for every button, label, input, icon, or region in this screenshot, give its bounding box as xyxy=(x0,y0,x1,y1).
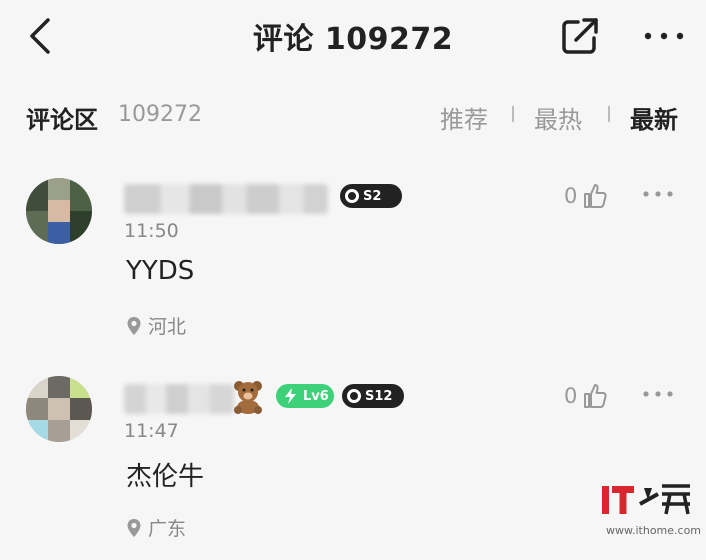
like-count: 0 xyxy=(564,184,578,208)
avatar[interactable] xyxy=(26,178,92,244)
comment-time: 11:50 xyxy=(124,220,179,242)
comment-location: 广东 xyxy=(126,514,186,541)
more-options-button[interactable] xyxy=(640,24,688,48)
watermark-logo: www.ithome.com xyxy=(600,480,702,544)
comment-more-button[interactable] xyxy=(640,186,676,200)
divider xyxy=(512,106,514,122)
lightning-icon xyxy=(285,388,296,404)
season-ring-icon xyxy=(345,189,359,203)
like-count: 0 xyxy=(564,384,578,408)
avatar-image xyxy=(26,376,92,442)
avatar[interactable] xyxy=(26,376,92,442)
teddy-bear-badge xyxy=(230,378,266,418)
comment-text: 杰伦牛 xyxy=(126,462,205,492)
sort-hottest[interactable]: 最热 xyxy=(534,100,582,135)
comment-text: YYDS xyxy=(126,256,195,286)
teddy-bear-icon xyxy=(234,381,262,414)
section-count: 109272 xyxy=(118,102,202,127)
location-text: 广东 xyxy=(148,518,187,540)
location-pin-icon xyxy=(127,316,141,335)
divider xyxy=(608,106,610,122)
like-button[interactable]: 0 xyxy=(564,382,609,410)
avatar-image xyxy=(26,178,92,244)
comment-time: 11:47 xyxy=(124,420,179,442)
season-badge: S2 xyxy=(340,184,402,208)
season-ring-icon xyxy=(347,389,361,403)
comment-location: 河北 xyxy=(126,312,186,339)
sort-recommended[interactable]: 推荐 xyxy=(440,100,488,135)
location-pin-icon xyxy=(127,518,141,537)
season-badge: S12 xyxy=(342,384,404,408)
more-dots-icon xyxy=(644,32,684,40)
share-button[interactable] xyxy=(558,14,602,58)
thumbs-up-icon xyxy=(584,384,607,408)
thumbs-up-icon xyxy=(584,184,607,208)
comment-more-button[interactable] xyxy=(640,386,676,400)
sort-newest[interactable]: 最新 xyxy=(630,100,678,135)
username-blurred[interactable] xyxy=(124,384,234,414)
top-bar: 评论 109272 xyxy=(0,0,706,72)
more-dots-icon xyxy=(643,191,673,197)
share-icon xyxy=(562,18,598,54)
section-title: 评论区 xyxy=(26,106,98,134)
level-badge: Lv6 xyxy=(276,384,334,408)
like-button[interactable]: 0 xyxy=(564,182,609,210)
comment-section-header: 评论区 109272 推荐 最热 最新 xyxy=(0,92,706,140)
username-blurred[interactable] xyxy=(124,184,328,214)
comment-item: S2 11:50 YYDS 河北 0 xyxy=(0,170,706,360)
watermark-url: www.ithome.com xyxy=(606,524,702,537)
more-dots-icon xyxy=(643,391,673,397)
location-text: 河北 xyxy=(148,316,187,338)
ithome-logo-icon xyxy=(602,484,690,515)
